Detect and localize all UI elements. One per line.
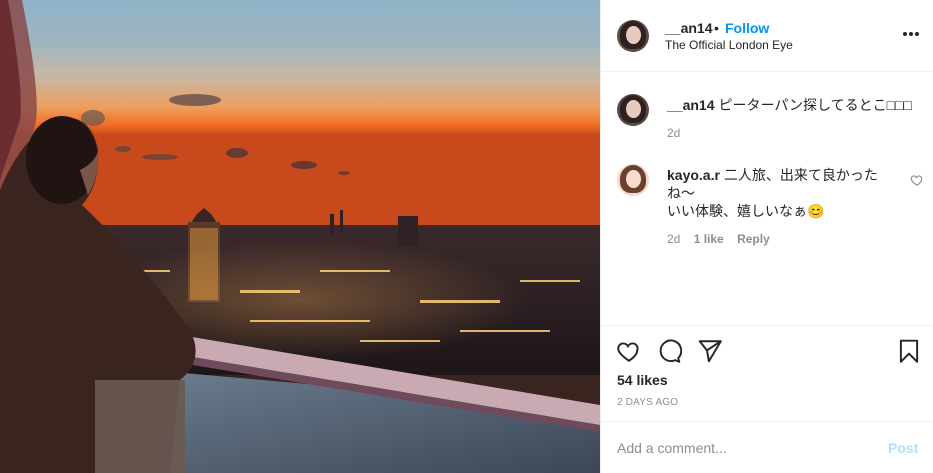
location-link[interactable]: The Official London Eye — [665, 38, 793, 52]
post-comment-button[interactable]: Post — [888, 440, 918, 456]
comment-icon[interactable] — [656, 338, 682, 364]
post-header: __an14 • Follow The Official London Eye — [601, 0, 933, 72]
action-bar — [601, 325, 933, 375]
likes-count[interactable]: 54 likes — [617, 372, 668, 388]
comment-time[interactable]: 2d — [667, 232, 680, 246]
comment-input[interactable] — [617, 438, 857, 458]
avatar-face — [626, 170, 641, 188]
caption-username[interactable]: __an14 — [667, 97, 714, 113]
more-horizontal-icon[interactable] — [901, 26, 921, 42]
avatar-face — [626, 26, 641, 44]
comment-likes[interactable]: 1 like — [694, 232, 724, 246]
paper-plane-icon[interactable] — [697, 338, 723, 364]
caption-time[interactable]: 2d — [667, 126, 680, 140]
author-username[interactable]: __an14 — [665, 20, 712, 36]
caption-text: ピーターパン探してるとこ□□□ — [718, 97, 912, 113]
caption-avatar[interactable] — [617, 94, 649, 126]
author-avatar[interactable] — [617, 20, 649, 52]
reply-button[interactable]: Reply — [737, 232, 770, 246]
heart-outline-icon[interactable] — [910, 173, 924, 187]
comment-meta: 2d 1 like Reply — [667, 232, 780, 246]
post-date[interactable]: 2 DAYS AGO — [617, 397, 678, 408]
commenter-avatar[interactable] — [617, 164, 649, 196]
comment: kayo.a.r 二人旅、出来て良かったね〜 いい体験、嬉しいなぁ😊 — [667, 166, 887, 220]
post-photo[interactable] — [0, 0, 600, 473]
comment-text-line2: いい体験、嬉しいなぁ😊 — [667, 203, 825, 219]
caption: __an14 ピーターパン探してるとこ□□□ — [667, 96, 917, 114]
follow-button[interactable]: Follow — [725, 20, 769, 36]
bookmark-icon[interactable] — [896, 338, 922, 364]
comment-username[interactable]: kayo.a.r — [667, 167, 720, 183]
post-side-panel: __an14 • Follow The Official London Eye … — [600, 0, 933, 473]
heart-outline-icon[interactable] — [616, 338, 642, 364]
header-separator: • — [714, 20, 719, 36]
add-comment-bar: Post — [601, 421, 933, 473]
avatar-face — [626, 100, 641, 118]
london-sunset-image — [0, 0, 600, 473]
